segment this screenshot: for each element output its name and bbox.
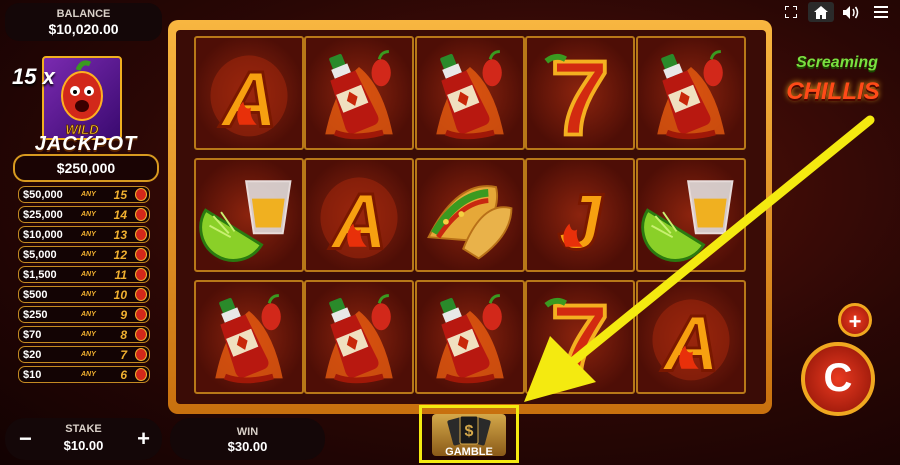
paytable-any: ANY <box>81 231 96 238</box>
paytable-count: 11 <box>114 267 127 282</box>
paytable-amount: $70 <box>23 328 42 341</box>
reel-symbol-A: A <box>304 158 414 272</box>
paytable-row: $500 ANY 10 <box>18 286 150 303</box>
home-icon[interactable] <box>808 2 834 22</box>
autoplay-plus-button[interactable]: + <box>838 303 872 337</box>
paytable-row: $5,000 ANY 12 <box>18 246 150 263</box>
paytable-row: $10 ANY 6 <box>18 366 150 383</box>
paytable-count: 13 <box>113 227 127 242</box>
jackpot-title: JACKPOT <box>34 133 138 155</box>
paytable-row: $70 ANY 8 <box>18 326 150 343</box>
paytable-row: $250 ANY 9 <box>18 306 150 323</box>
paytable-count: 10 <box>113 287 127 302</box>
paytable-any: ANY <box>81 191 96 198</box>
paytable-amount: $50,000 <box>23 188 63 201</box>
jackpot-paytable: $50,000 ANY 15 $25,000 ANY 14 $10,000 ANY 13 $5,0… <box>18 186 150 386</box>
paytable-amount: $20 <box>23 348 42 361</box>
fullscreen-icon[interactable] <box>778 2 804 22</box>
wild-multiplier: 15 x <box>12 64 55 89</box>
paytable-row: $1,500 ANY 11 <box>18 266 150 283</box>
paytable-row: $50,000 ANY 15 <box>18 186 150 203</box>
win-label: WIN <box>236 426 259 438</box>
balance-panel: BALANCE $10,020.00 <box>5 3 162 41</box>
paytable-amount: $1,500 <box>23 268 57 281</box>
paytable-amount: $25,000 <box>23 208 63 221</box>
reel-symbol-A: A <box>194 36 304 150</box>
chili-icon <box>135 348 147 361</box>
chili-icon <box>135 308 147 321</box>
game-logo-bottom: CHILLIS <box>786 78 880 105</box>
reel-symbol-hot-sauce <box>304 36 414 150</box>
top-toolbar <box>778 2 894 22</box>
chili-icon <box>135 208 147 221</box>
chili-icon <box>135 248 147 261</box>
paytable-count: 7 <box>120 347 127 362</box>
svg-text:A: A <box>218 55 277 144</box>
paytable-amount: $250 <box>23 308 48 321</box>
stake-panel: − STAKE $10.00 + <box>5 418 162 460</box>
chili-icon <box>135 368 147 381</box>
paytable-amount: $5,000 <box>23 248 57 261</box>
spin-icon: C <box>823 356 853 400</box>
gamble-symbol: $ <box>465 423 474 440</box>
win-panel: WIN $30.00 <box>170 418 325 460</box>
paytable-any: ANY <box>81 311 96 318</box>
svg-text:A: A <box>328 177 387 266</box>
game-logo-top: Screaming <box>796 54 878 71</box>
balance-value: $10,020.00 <box>48 21 119 37</box>
paytable-any: ANY <box>81 371 96 378</box>
paytable-row: $25,000 ANY 14 <box>18 206 150 223</box>
chili-icon <box>135 288 147 301</box>
paytable-amount: $500 <box>23 288 48 301</box>
paytable-count: 14 <box>113 207 127 222</box>
chili-icon <box>135 188 147 201</box>
stake-increase-button[interactable]: + <box>137 426 150 452</box>
paytable-any: ANY <box>81 331 96 338</box>
paytable-count: 12 <box>113 247 127 262</box>
paytable-any: ANY <box>81 251 96 258</box>
paytable-any: ANY <box>81 271 96 278</box>
chili-icon <box>135 328 147 341</box>
menu-icon[interactable] <box>868 2 894 22</box>
balance-label: BALANCE <box>56 8 111 20</box>
paytable-amount: $10 <box>23 368 42 381</box>
jackpot-value: $250,000 <box>13 154 159 182</box>
paytable-any: ANY <box>81 351 96 358</box>
paytable-count: 9 <box>120 307 127 322</box>
volume-icon[interactable] <box>838 2 864 22</box>
paytable-any: ANY <box>81 291 96 298</box>
gamble-label: GAMBLE <box>445 446 493 458</box>
paytable-row: $10,000 ANY 13 <box>18 226 150 243</box>
reel-symbol-lime-shot <box>194 158 304 272</box>
paytable-row: $20 ANY 7 <box>18 346 150 363</box>
gamble-button[interactable]: $ GAMBLE <box>419 405 519 463</box>
spin-button[interactable]: C <box>801 342 875 416</box>
chili-icon <box>135 228 147 241</box>
paytable-count: 6 <box>120 367 127 382</box>
paytable-count: 8 <box>120 327 127 342</box>
paytable-amount: $10,000 <box>23 228 63 241</box>
reel-symbol-hot-sauce <box>194 280 304 394</box>
paytable-count: 15 <box>113 187 127 202</box>
reel-symbol-hot-sauce <box>304 280 414 394</box>
paytable-any: ANY <box>81 211 96 218</box>
win-value: $30.00 <box>227 439 268 454</box>
chili-icon <box>135 268 147 281</box>
